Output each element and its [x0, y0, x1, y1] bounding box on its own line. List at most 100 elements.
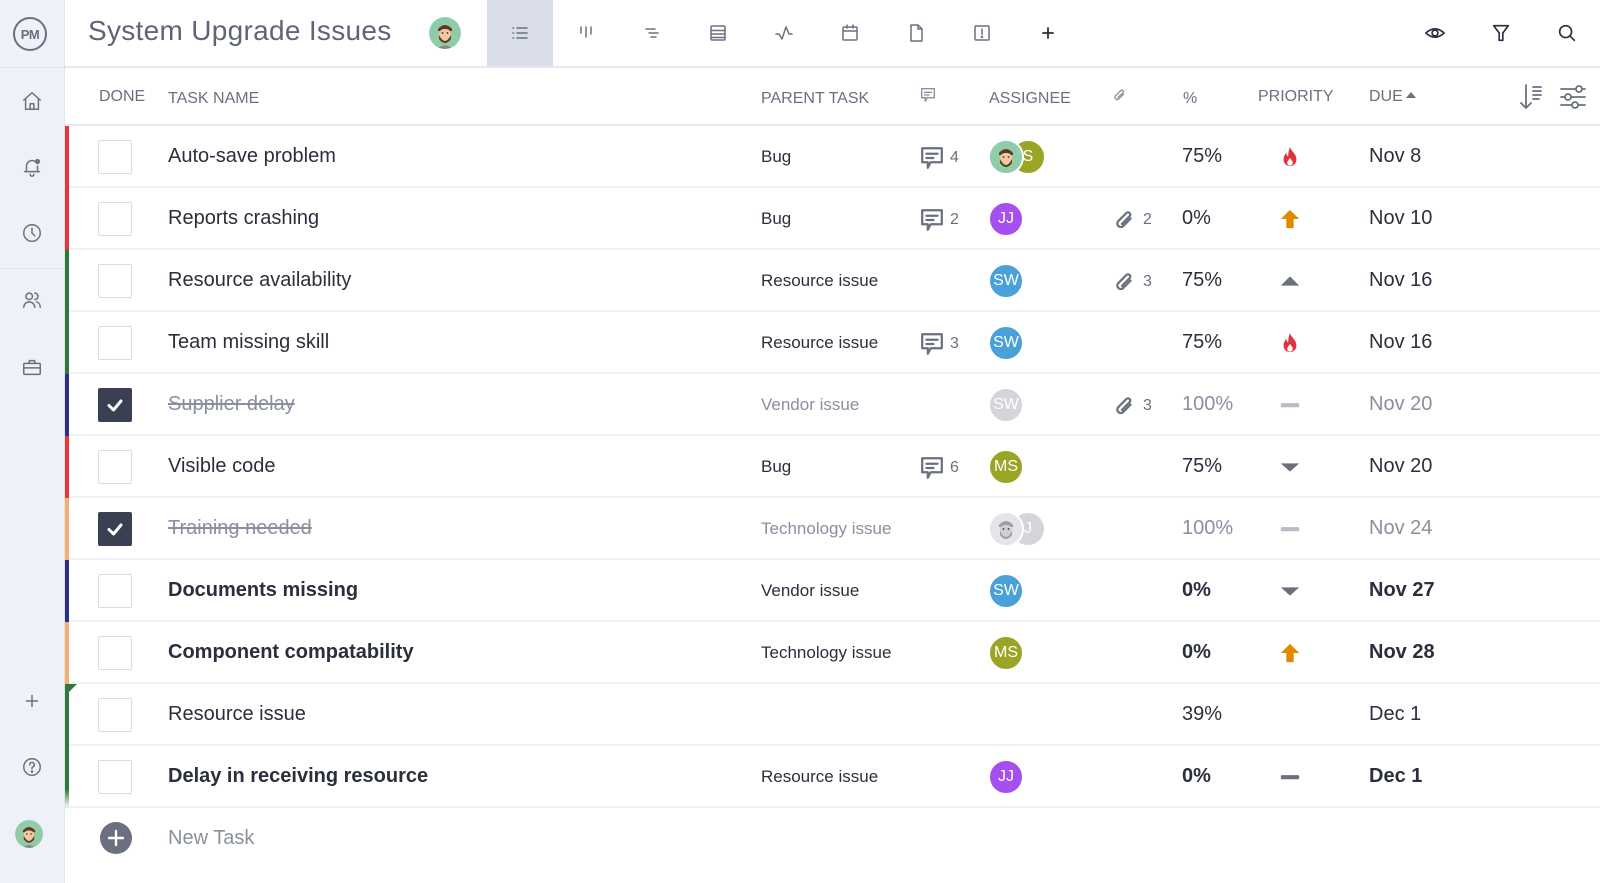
- done-checkbox[interactable]: [98, 202, 132, 236]
- table-row[interactable]: Resource availability Resource issue SW …: [65, 250, 1600, 312]
- task-name[interactable]: Auto-save problem: [168, 145, 336, 168]
- task-name[interactable]: Visible code: [168, 455, 275, 478]
- search-button[interactable]: [1534, 0, 1600, 66]
- table-row[interactable]: Reports crashing Bug 2 JJ 2 0% Nov 10: [65, 188, 1600, 250]
- assignee-avatar[interactable]: SW: [988, 387, 1024, 423]
- done-checkbox[interactable]: [98, 512, 132, 546]
- assignee-avatar[interactable]: MS: [988, 635, 1024, 671]
- list-view-tab[interactable]: [487, 0, 553, 66]
- column-header-attachments[interactable]: [1111, 86, 1129, 109]
- notifications-bell-icon[interactable]: [20, 155, 44, 179]
- due-date[interactable]: Nov 27: [1369, 579, 1435, 602]
- column-header-percent[interactable]: %: [1183, 90, 1197, 108]
- priority-icon[interactable]: [1277, 577, 1303, 605]
- column-header-comments[interactable]: [919, 86, 937, 109]
- gantt-view-tab[interactable]: [619, 0, 685, 66]
- sheet-view-tab[interactable]: [685, 0, 751, 66]
- briefcase-icon[interactable]: [20, 355, 44, 379]
- assignee-avatars[interactable]: MS: [988, 449, 1024, 485]
- due-date[interactable]: Nov 10: [1369, 207, 1432, 230]
- assignee-avatar[interactable]: SW: [988, 263, 1024, 299]
- files-view-tab[interactable]: [883, 0, 949, 66]
- assignee-avatars[interactable]: JJ: [988, 759, 1024, 795]
- priority-icon[interactable]: [1277, 267, 1303, 295]
- assignee-avatars[interactable]: JJ: [988, 201, 1024, 237]
- priority-icon[interactable]: [1277, 639, 1303, 667]
- due-date[interactable]: Nov 20: [1369, 393, 1432, 416]
- pm-logo[interactable]: PM: [13, 17, 47, 51]
- comments-count[interactable]: 2: [918, 206, 959, 234]
- assignee-avatars[interactable]: MS: [988, 635, 1024, 671]
- due-date[interactable]: Dec 1: [1369, 765, 1422, 788]
- help-icon[interactable]: [20, 755, 44, 779]
- project-title[interactable]: System Upgrade Issues: [88, 15, 392, 47]
- table-row[interactable]: Supplier delay Vendor issue SW 3 100% No…: [65, 374, 1600, 436]
- done-checkbox[interactable]: [98, 636, 132, 670]
- due-date[interactable]: Nov 8: [1369, 145, 1421, 168]
- table-row[interactable]: Team missing skill Resource issue 3 SW 7…: [65, 312, 1600, 374]
- clock-icon[interactable]: [20, 221, 44, 245]
- done-checkbox[interactable]: [98, 388, 132, 422]
- assignee-avatar[interactable]: [988, 511, 1024, 547]
- attachments-count[interactable]: 2: [1111, 206, 1152, 234]
- user-avatar[interactable]: [15, 820, 43, 848]
- table-row[interactable]: Auto-save problem Bug 4 S 75% Nov 8: [65, 126, 1600, 188]
- assignee-avatar[interactable]: [988, 139, 1024, 175]
- show-hide-button[interactable]: [1402, 0, 1468, 66]
- done-checkbox[interactable]: [98, 760, 132, 794]
- due-date[interactable]: Nov 16: [1369, 331, 1432, 354]
- calendar-view-tab[interactable]: [817, 0, 883, 66]
- comments-count[interactable]: 4: [918, 144, 959, 172]
- board-view-tab[interactable]: [553, 0, 619, 66]
- priority-icon[interactable]: [1277, 453, 1303, 481]
- add-task-button[interactable]: [100, 822, 132, 854]
- assignee-avatar[interactable]: MS: [988, 449, 1024, 485]
- priority-icon[interactable]: [1277, 391, 1303, 419]
- home-icon[interactable]: [20, 89, 44, 113]
- column-header-assignee[interactable]: ASSIGNEE: [989, 90, 1071, 108]
- task-name[interactable]: Team missing skill: [168, 331, 329, 354]
- task-name[interactable]: Documents missing: [168, 579, 358, 602]
- assignee-avatar[interactable]: JJ: [988, 201, 1024, 237]
- assignee-avatar[interactable]: SW: [988, 325, 1024, 361]
- attachments-count[interactable]: 3: [1111, 392, 1152, 420]
- assignee-avatars[interactable]: J: [988, 511, 1046, 547]
- column-header-parent-task[interactable]: PARENT TASK: [761, 90, 869, 108]
- priority-icon[interactable]: [1277, 515, 1303, 543]
- table-row[interactable]: Delay in receiving resource Resource iss…: [65, 746, 1600, 808]
- assignee-avatars[interactable]: S: [988, 139, 1046, 175]
- comments-count[interactable]: 3: [918, 330, 959, 358]
- task-name[interactable]: Resource issue: [168, 703, 306, 726]
- sort-button[interactable]: [1516, 80, 1546, 114]
- column-header-task-name[interactable]: TASK NAME: [168, 90, 259, 108]
- table-row[interactable]: Training needed Technology issue J 100% …: [65, 498, 1600, 560]
- project-owner-avatar[interactable]: [429, 17, 461, 49]
- comments-count[interactable]: 6: [918, 454, 959, 482]
- assignee-avatar[interactable]: JJ: [988, 759, 1024, 795]
- due-date[interactable]: Nov 24: [1369, 517, 1432, 540]
- assignee-avatars[interactable]: SW: [988, 325, 1024, 361]
- column-header-done[interactable]: DONE: [99, 88, 145, 106]
- filter-button[interactable]: [1468, 0, 1534, 66]
- table-row[interactable]: Documents missing Vendor issue SW 0% Nov…: [65, 560, 1600, 622]
- dashboard-view-tab[interactable]: [751, 0, 817, 66]
- done-checkbox[interactable]: [98, 698, 132, 732]
- done-checkbox[interactable]: [98, 574, 132, 608]
- table-row[interactable]: Visible code Bug 6 MS 75% Nov 20: [65, 436, 1600, 498]
- add-view-tab[interactable]: [1015, 0, 1081, 66]
- assignee-avatars[interactable]: SW: [988, 387, 1024, 423]
- due-date[interactable]: Dec 1: [1369, 703, 1421, 726]
- task-name[interactable]: Delay in receiving resource: [168, 765, 428, 788]
- priority-icon[interactable]: [1277, 205, 1303, 233]
- new-task-input[interactable]: New Task: [168, 827, 254, 850]
- done-checkbox[interactable]: [98, 264, 132, 298]
- risks-view-tab[interactable]: [949, 0, 1015, 66]
- team-icon[interactable]: [20, 288, 44, 312]
- due-date[interactable]: Nov 28: [1369, 641, 1435, 664]
- column-settings-button[interactable]: [1558, 80, 1588, 114]
- due-date[interactable]: Nov 20: [1369, 455, 1432, 478]
- table-row[interactable]: Component compatability Technology issue…: [65, 622, 1600, 684]
- done-checkbox[interactable]: [98, 140, 132, 174]
- column-header-priority[interactable]: PRIORITY: [1258, 88, 1334, 106]
- task-name[interactable]: Training needed: [168, 517, 312, 540]
